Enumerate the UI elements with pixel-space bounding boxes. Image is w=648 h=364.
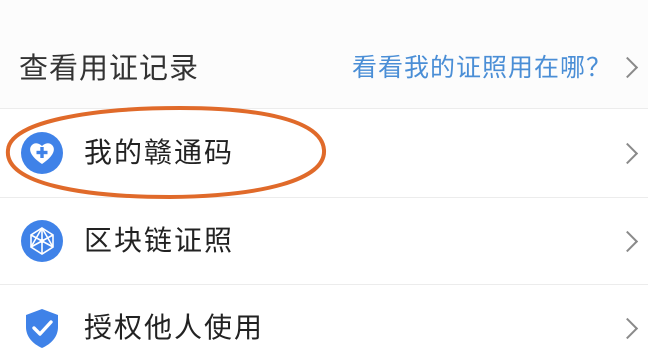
menu-item-label: 我的赣通码 (84, 136, 235, 169)
menu-item-label: 授权他人使用 (84, 311, 265, 344)
certificate-screen: 查看用证记录 看看我的证照用在哪？ 我的赣通码 区块链证照 授权他人使用 (0, 0, 648, 364)
menu-item-health-code[interactable]: 我的赣通码 (0, 110, 648, 196)
health-code-icon (21, 132, 63, 174)
chevron-right-icon[interactable] (616, 56, 639, 79)
shield-check-icon (26, 309, 58, 348)
chevron-right-icon (616, 142, 639, 165)
usage-record-header: 查看用证记录 看看我的证照用在哪？ (0, 0, 648, 108)
menu-item-authorize-others[interactable]: 授权他人使用 (0, 285, 648, 364)
menu-item-blockchain-certificate[interactable]: 区块链证照 (0, 198, 648, 284)
menu-item-label: 区块链证照 (84, 224, 235, 257)
blockchain-icon (21, 220, 63, 262)
divider (0, 108, 648, 109)
usage-record-title: 查看用证记录 (19, 51, 200, 85)
chevron-right-icon (616, 317, 639, 340)
where-used-link[interactable]: 看看我的证照用在哪？ (352, 50, 612, 86)
chevron-right-icon (616, 230, 639, 253)
